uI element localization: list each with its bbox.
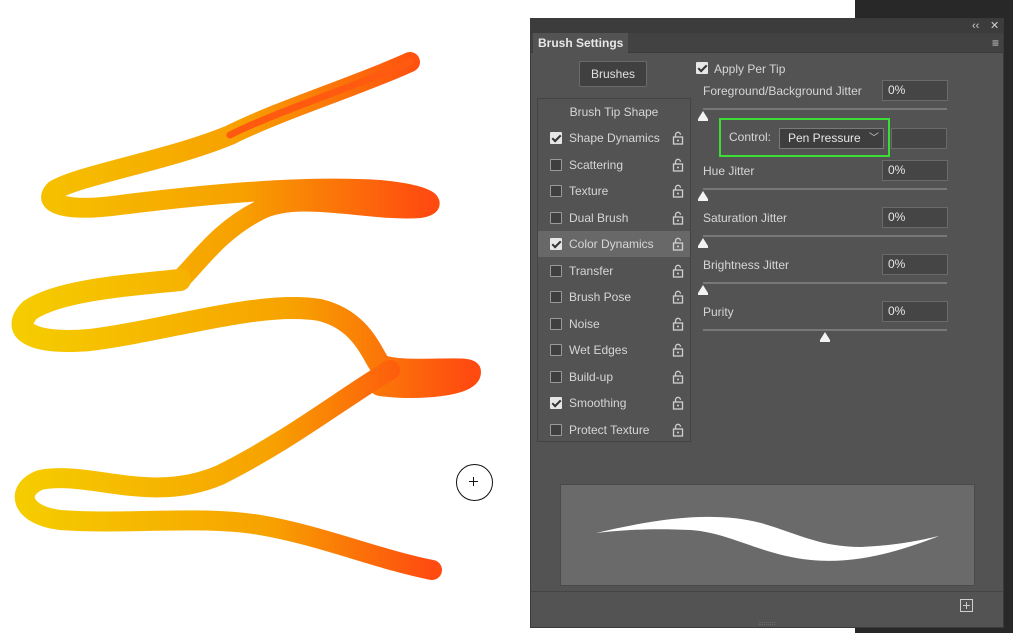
color-dynamics-settings: Apply Per Tip Foreground/Background Jitt… [695, 59, 995, 349]
lock-icon[interactable] [672, 237, 684, 251]
shape-dynamics-checkbox[interactable] [550, 132, 562, 144]
fg-bg-jitter-field[interactable]: 0% [882, 80, 948, 101]
sidebar-item-dual-brush[interactable]: Dual Brush [538, 205, 690, 231]
sidebar-item-label: Dual Brush [569, 210, 629, 225]
hue-jitter-slider-thumb[interactable] [698, 191, 708, 201]
hue-jitter-field[interactable]: 0% [882, 160, 948, 181]
build-up-checkbox[interactable] [550, 370, 562, 383]
sidebar-item-brush-pose[interactable]: Brush Pose [538, 284, 690, 310]
lock-icon[interactable] [672, 211, 684, 225]
lock-icon[interactable] [672, 396, 684, 410]
dual-brush-checkbox[interactable] [550, 211, 562, 224]
control-dropdown-value: Pen Pressure [788, 131, 861, 145]
purity-label: Purity [703, 305, 734, 319]
brush-stroke-preview [560, 484, 975, 586]
sidebar-item-label: Wet Edges [569, 343, 628, 357]
panel-tab-row: Brush Settings ≡ [531, 33, 1003, 53]
panel-header-bar: ‹‹ ✕ [531, 19, 1003, 33]
lock-icon[interactable] [672, 131, 684, 145]
brush-pose-checkbox[interactable] [550, 291, 562, 303]
brush-options-sidebar: Brush Tip Shape Shape Dynamics Scattering… [537, 98, 691, 442]
control-label: Control: [729, 130, 772, 144]
lock-icon[interactable] [672, 423, 684, 437]
sidebar-item-label: Brush Tip Shape [569, 105, 659, 119]
brush-settings-panel: ‹‹ ✕ Brush Settings ≡ Brushes Brush Tip … [530, 18, 1004, 628]
sidebar-item-label: Noise [569, 316, 600, 331]
purity-slider-track[interactable] [703, 329, 947, 331]
noise-checkbox[interactable] [550, 317, 562, 330]
protect-texture-checkbox[interactable] [550, 423, 562, 436]
hue-jitter-slider-track[interactable] [703, 188, 947, 190]
sidebar-item-label: Transfer [569, 263, 614, 278]
sidebar-item-protect-texture[interactable]: Protect Texture [538, 417, 690, 443]
sidebar-item-label: Brush Pose [569, 290, 632, 304]
control-dropdown[interactable]: Pen Pressure ﹀ [779, 128, 884, 149]
lock-icon[interactable] [672, 290, 684, 304]
sidebar-item-color-dynamics[interactable]: Color Dynamics [538, 231, 690, 257]
sidebar-item-noise[interactable]: Noise [538, 311, 690, 337]
purity-field[interactable]: 0% [882, 301, 948, 322]
sidebar-item-label: Build-up [569, 369, 614, 384]
apply-per-tip-checkbox[interactable] [696, 62, 708, 74]
brightness-jitter-label: Brightness Jitter [703, 258, 790, 272]
lock-icon[interactable] [672, 264, 684, 278]
sidebar-item-build-up[interactable]: Build-up [538, 364, 690, 390]
sidebar-item-label: Scattering [569, 157, 624, 172]
control-highlight-box: Control: Pen Pressure ﹀ [719, 118, 890, 157]
scattering-checkbox[interactable] [550, 158, 562, 171]
sidebar-item-label: Texture [569, 184, 609, 198]
lock-icon[interactable] [672, 184, 684, 198]
tab-brush-settings[interactable]: Brush Settings [533, 33, 629, 53]
sidebar-item-label: Smoothing [569, 396, 627, 410]
fg-bg-jitter-slider-track[interactable] [703, 108, 947, 110]
hamburger-menu-icon[interactable]: ≡ [992, 36, 999, 50]
sidebar-item-scattering[interactable]: Scattering [538, 152, 690, 178]
stroke-preview-shape [596, 516, 939, 561]
brightness-jitter-slider-track[interactable] [703, 282, 947, 284]
chevron-down-icon: ﹀ [869, 133, 879, 144]
saturation-jitter-label: Saturation Jitter [703, 211, 788, 225]
sidebar-item-transfer[interactable]: Transfer [538, 258, 690, 284]
texture-checkbox[interactable] [550, 185, 562, 197]
sidebar-item-label: Color Dynamics [569, 237, 654, 251]
sidebar-item-label: Shape Dynamics [569, 131, 660, 145]
fg-bg-jitter-label: Foreground/Background Jitter [703, 84, 862, 98]
panel-resize-grip[interactable] [759, 622, 775, 625]
apply-per-tip-label: Apply Per Tip [714, 62, 786, 76]
wet-edges-checkbox[interactable] [550, 344, 562, 356]
sidebar-item-smoothing[interactable]: Smoothing [538, 390, 690, 416]
control-extra-field [891, 128, 947, 149]
saturation-jitter-slider-track[interactable] [703, 235, 947, 237]
sidebar-item-label: Protect Texture [569, 422, 650, 437]
brightness-jitter-field[interactable]: 0% [882, 254, 948, 275]
saturation-jitter-field[interactable]: 0% [882, 207, 948, 228]
sidebar-item-texture[interactable]: Texture [538, 178, 690, 204]
smoothing-checkbox[interactable] [550, 397, 562, 409]
transfer-checkbox[interactable] [550, 264, 562, 277]
lock-icon[interactable] [672, 317, 684, 331]
sidebar-item-wet-edges[interactable]: Wet Edges [538, 337, 690, 363]
close-icon[interactable]: ✕ [990, 19, 999, 33]
lock-icon[interactable] [672, 158, 684, 172]
lock-icon[interactable] [672, 370, 684, 384]
sidebar-item-shape-dynamics[interactable]: Shape Dynamics [538, 125, 690, 151]
color-dynamics-checkbox[interactable] [550, 238, 562, 250]
brightness-jitter-slider-thumb[interactable] [698, 285, 708, 295]
brushes-button[interactable]: Brushes [579, 61, 647, 87]
saturation-jitter-slider-thumb[interactable] [698, 238, 708, 248]
lock-icon[interactable] [672, 343, 684, 357]
create-new-brush-icon[interactable] [960, 599, 973, 612]
brush-cursor [456, 464, 493, 501]
double-chevron-left-icon[interactable]: ‹‹ [972, 19, 979, 33]
purity-slider-thumb[interactable] [820, 332, 830, 342]
hue-jitter-label: Hue Jitter [703, 164, 755, 178]
sidebar-item-brush-tip-shape[interactable]: Brush Tip Shape [538, 99, 690, 125]
fg-bg-jitter-slider-thumb[interactable] [698, 111, 708, 121]
